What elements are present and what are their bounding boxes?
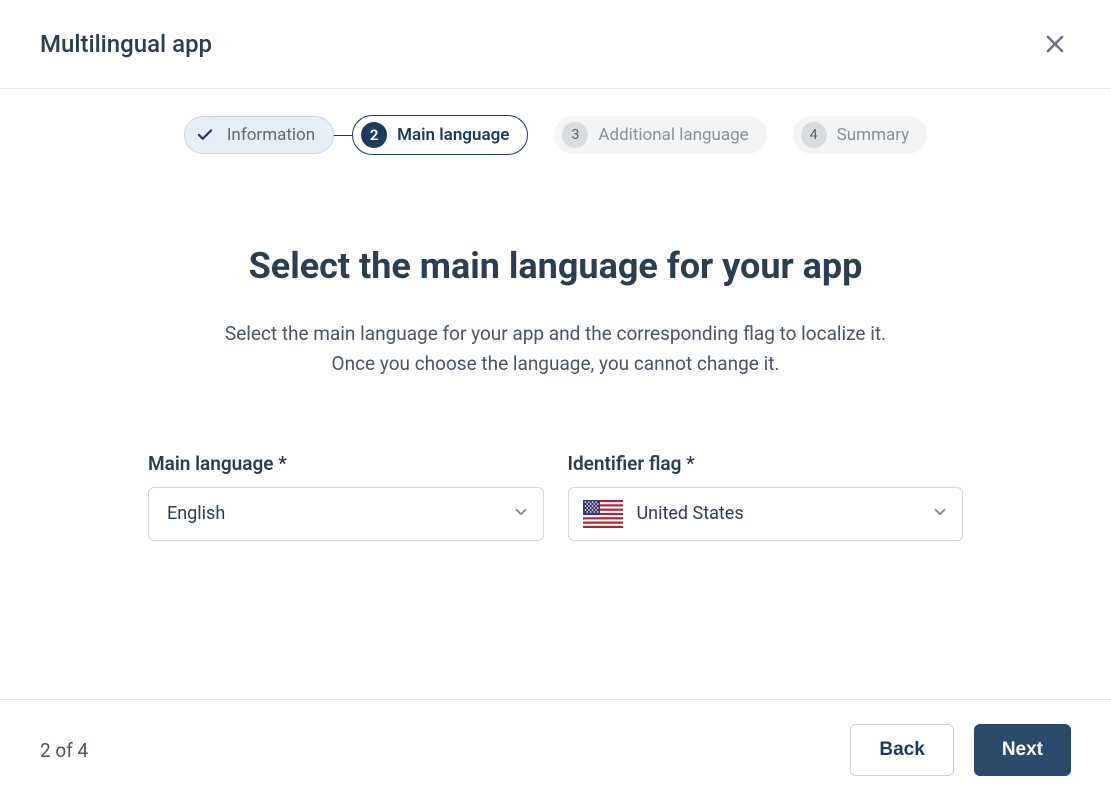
step-summary[interactable]: 4 Summary [793,116,927,154]
step-number: 2 [361,122,387,148]
identifier-flag-value: United States [637,503,744,524]
step-number: 4 [801,122,827,148]
back-button[interactable]: Back [850,724,953,776]
identifier-flag-group: Identifier flag * [568,452,964,541]
step-number: 3 [562,122,588,148]
identifier-flag-select-wrapper: United States [568,487,964,541]
modal-body: Select the main language for your app Se… [0,175,1111,699]
step-label: Main language [397,125,509,145]
main-language-label: Main language * [148,452,544,475]
modal-footer: 2 of 4 Back Next [0,699,1111,800]
form-row: Main language * English Identifier flag … [148,452,963,541]
step-main-language[interactable]: 2 Main language [352,115,528,155]
main-language-group: Main language * English [148,452,544,541]
step-information[interactable]: Information [184,116,334,154]
next-button[interactable]: Next [974,724,1071,776]
footer-buttons: Back Next [850,724,1071,776]
main-language-select-wrapper: English [148,487,544,541]
step-label: Additional language [598,125,748,145]
page-heading: Select the main language for your app [148,245,963,287]
main-language-value: English [167,503,225,524]
page-subtitle: Select the main language for your app an… [148,319,963,380]
step-label: Summary [837,125,909,145]
us-flag-icon [583,500,623,528]
step-connector [334,135,352,136]
close-icon [1043,32,1067,56]
step-additional-language[interactable]: 3 Additional language [554,116,766,154]
step-indicator: 2 of 4 [40,739,88,762]
check-icon [193,123,217,147]
close-button[interactable] [1039,28,1071,60]
identifier-flag-select[interactable]: United States [568,487,964,541]
identifier-flag-label: Identifier flag * [568,452,964,475]
stepper: Information 2 Main language 3 Additional… [0,89,1111,175]
step-label: Information [227,125,315,145]
main-language-select[interactable]: English [148,487,544,541]
modal-title: Multilingual app [40,30,212,58]
modal-header: Multilingual app [0,0,1111,89]
